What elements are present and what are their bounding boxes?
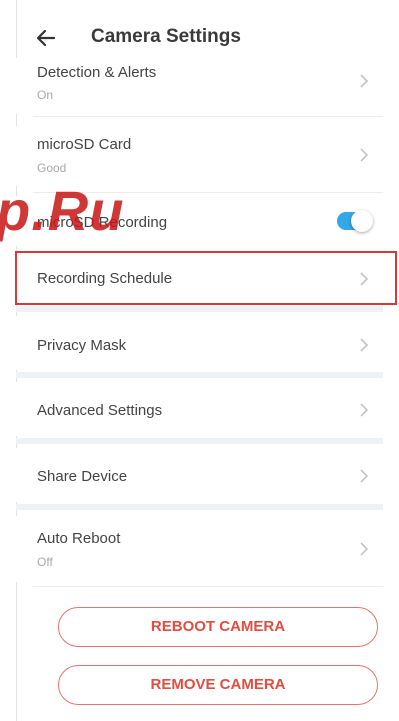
setting-detection-alerts[interactable]: Detection & Alerts On bbox=[16, 58, 383, 114]
back-arrow-icon[interactable] bbox=[34, 26, 58, 50]
setting-microsd-card[interactable]: microSD Card Good bbox=[16, 126, 383, 186]
setting-microsd-recording: microSD Recording bbox=[16, 196, 383, 246]
page-title: Camera Settings bbox=[91, 26, 241, 47]
divider bbox=[33, 116, 383, 117]
setting-privacy-mask[interactable]: Privacy Mask bbox=[16, 316, 383, 370]
setting-share-device[interactable]: Share Device bbox=[16, 448, 383, 502]
setting-label: Advanced Settings bbox=[37, 402, 163, 419]
setting-label: Privacy Mask bbox=[37, 337, 127, 354]
chevron-right-icon bbox=[359, 542, 369, 556]
setting-status: On bbox=[37, 88, 54, 102]
chevron-right-icon bbox=[359, 74, 369, 88]
setting-status: Good bbox=[37, 161, 67, 175]
header-bar: Camera Settings bbox=[0, 20, 383, 56]
setting-label: Recording Schedule bbox=[37, 270, 173, 287]
setting-label: Detection & Alerts bbox=[37, 64, 157, 81]
recording-toggle[interactable] bbox=[337, 210, 373, 232]
section-gap bbox=[16, 372, 383, 378]
setting-label: Auto Reboot bbox=[37, 530, 121, 547]
section-gap bbox=[16, 504, 383, 510]
setting-label: microSD Card bbox=[37, 136, 132, 153]
setting-status: Off bbox=[37, 555, 53, 569]
chevron-right-icon bbox=[359, 469, 369, 483]
section-gap bbox=[16, 438, 383, 444]
setting-advanced[interactable]: Advanced Settings bbox=[16, 382, 383, 436]
setting-recording-schedule[interactable]: Recording Schedule bbox=[16, 253, 383, 303]
divider bbox=[33, 586, 383, 587]
toggle-knob bbox=[351, 210, 373, 232]
setting-auto-reboot[interactable]: Auto Reboot Off bbox=[16, 516, 383, 582]
reboot-camera-button[interactable]: REBOOT CAMERA bbox=[58, 607, 378, 647]
setting-label: microSD Recording bbox=[37, 214, 168, 231]
chevron-right-icon bbox=[359, 272, 369, 286]
chevron-right-icon bbox=[359, 338, 369, 352]
chevron-right-icon bbox=[359, 148, 369, 162]
remove-camera-button[interactable]: REMOVE CAMERA bbox=[58, 665, 378, 705]
chevron-right-icon bbox=[359, 403, 369, 417]
divider bbox=[33, 192, 383, 193]
setting-label: Share Device bbox=[37, 468, 128, 485]
section-gap bbox=[16, 306, 383, 312]
